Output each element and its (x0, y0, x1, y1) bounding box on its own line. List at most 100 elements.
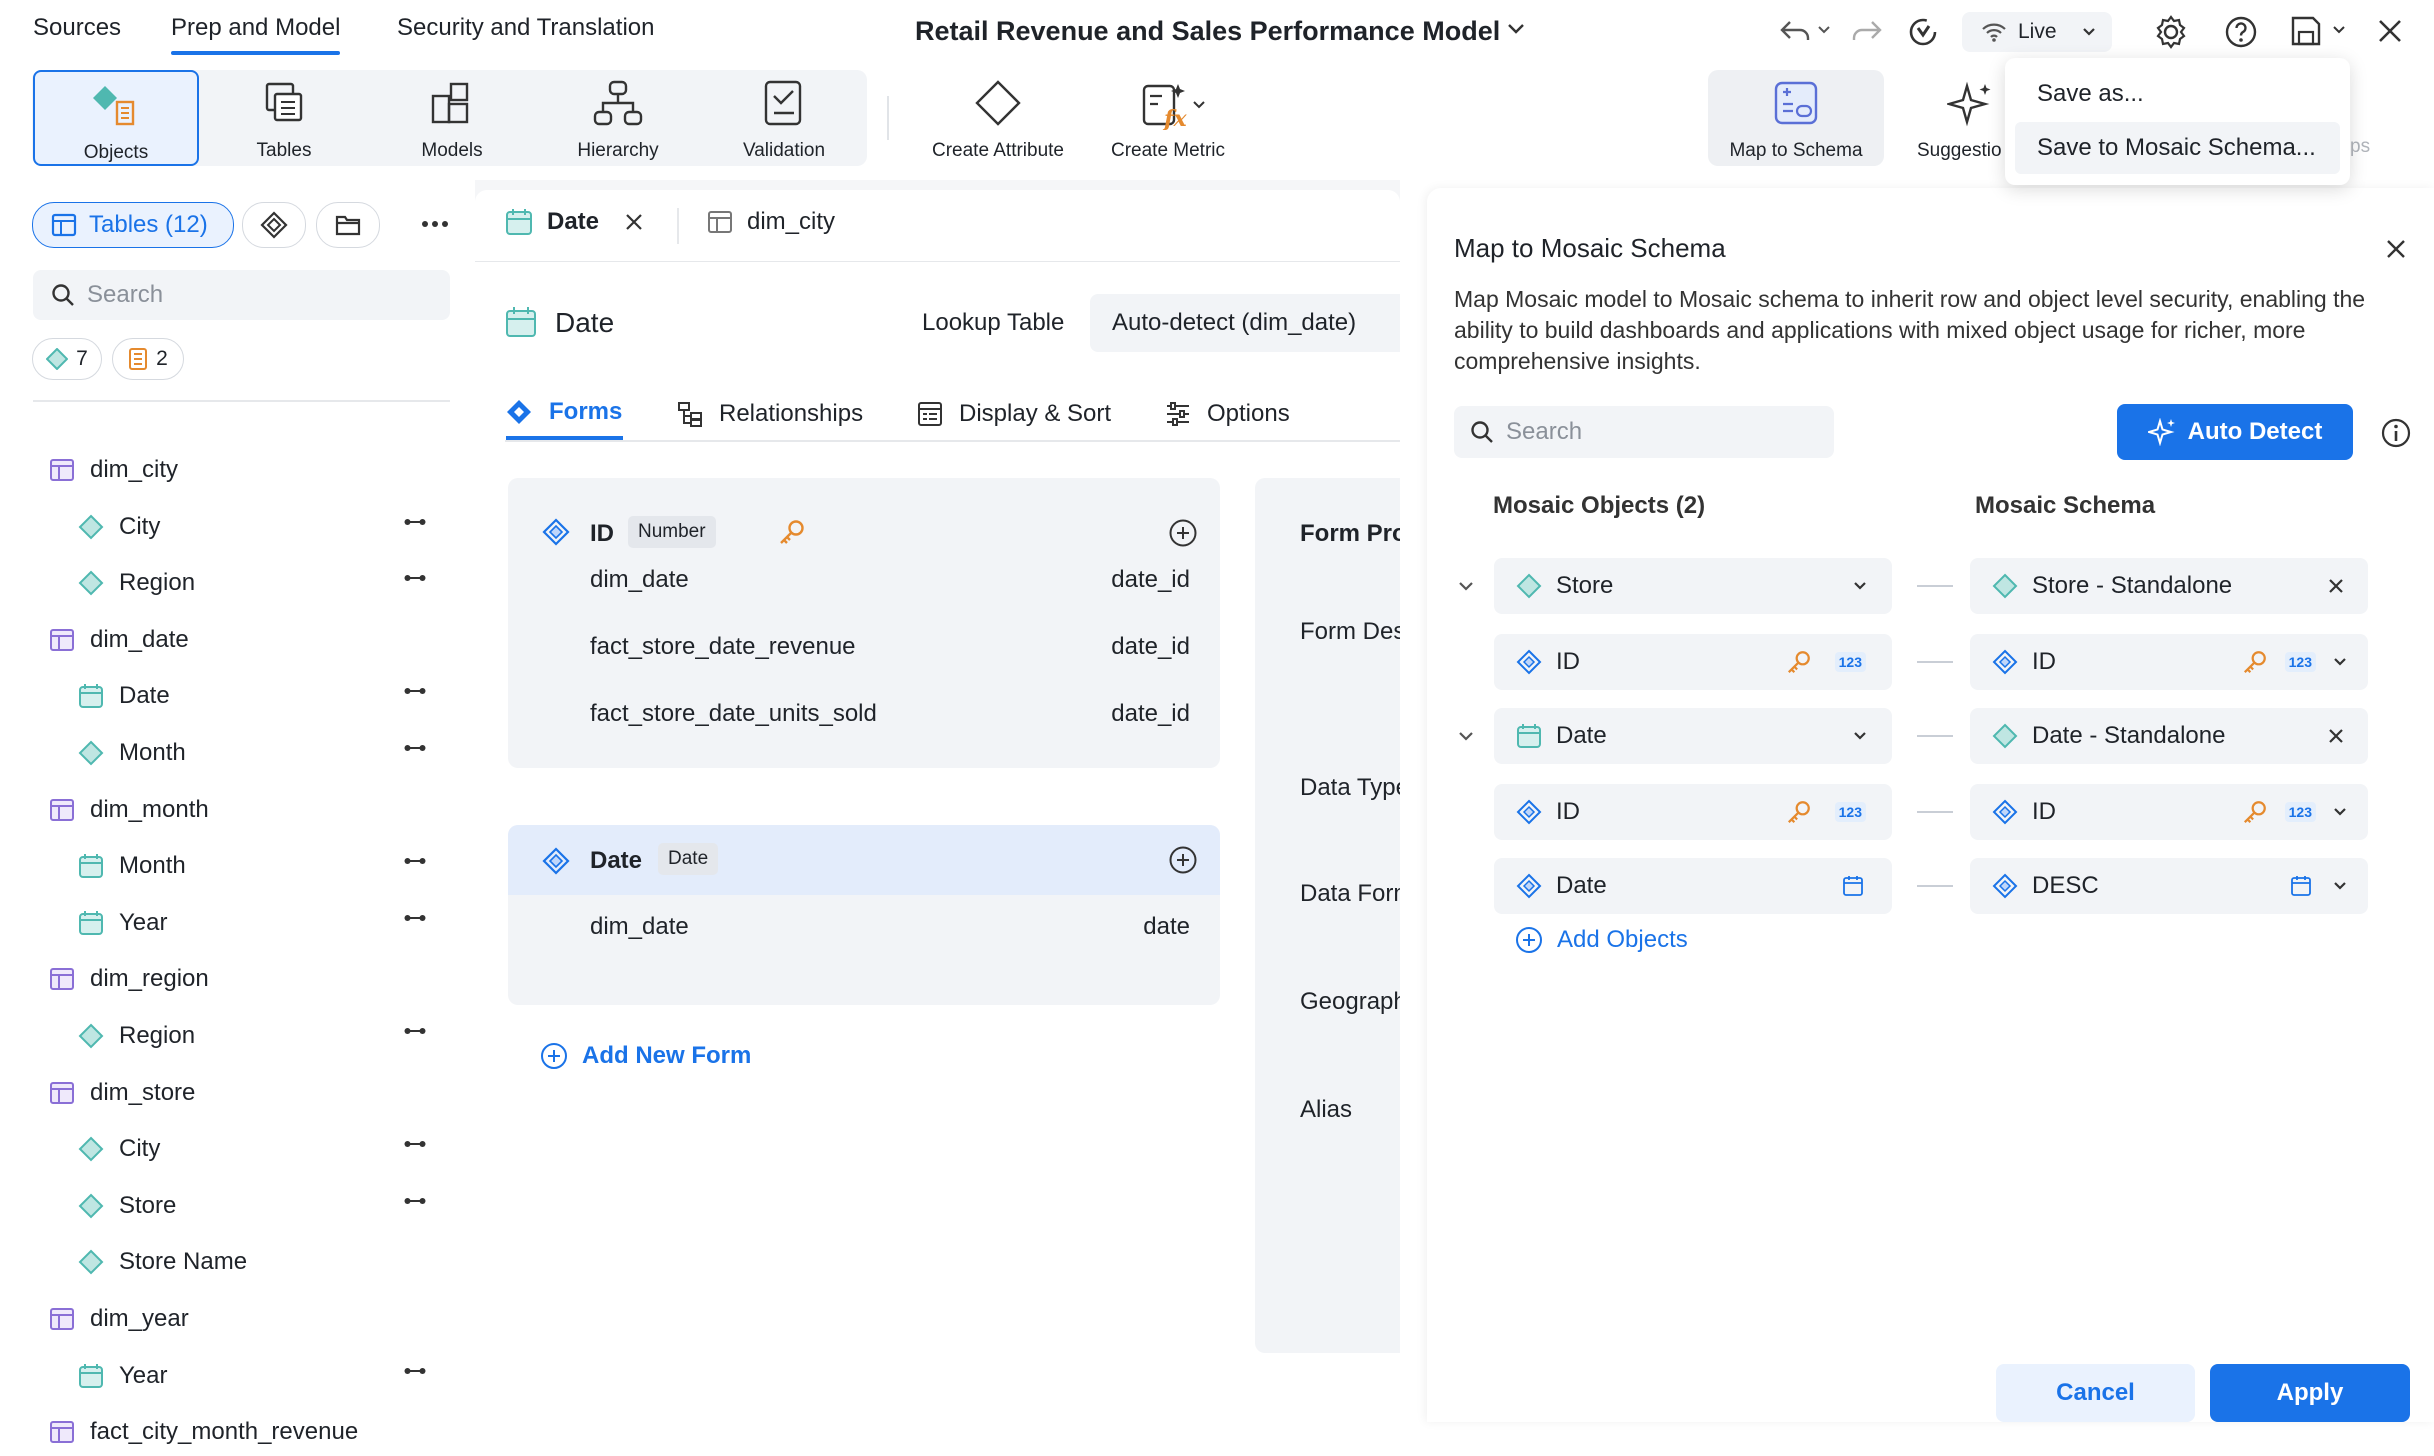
mosaic-form-item[interactable]: ID 123 (1494, 784, 1892, 840)
tree-object-item[interactable]: City (77, 1125, 450, 1173)
gear-icon[interactable] (2153, 14, 2189, 50)
link-icon[interactable] (404, 573, 426, 583)
collapse-toggle-icon[interactable] (1457, 730, 1475, 742)
close-tab-icon[interactable] (625, 213, 643, 231)
mosaic-form-item[interactable]: Date (1494, 858, 1892, 914)
tab-dim-city[interactable]: dim_city (707, 208, 835, 236)
subtab-display-sort[interactable]: Display & Sort (917, 400, 1111, 428)
undo-icon[interactable] (1778, 16, 1812, 46)
folder-filter-pill[interactable] (316, 202, 380, 248)
add-circle-icon[interactable] (1168, 518, 1198, 548)
tree-object-item[interactable]: Store (77, 1182, 450, 1230)
remove-icon[interactable] (2328, 578, 2344, 594)
add-objects-button[interactable]: Add Objects (1515, 926, 1688, 954)
left-search-box[interactable] (33, 270, 450, 320)
subtab-relationships[interactable]: Relationships (677, 400, 863, 428)
schema-form-select[interactable]: ID 123 (1970, 784, 2368, 840)
form-card-id[interactable]: ID Number dim_date date_id fact_store_date… (508, 478, 1220, 768)
tree-table-item[interactable]: dim_city (48, 446, 450, 494)
tree-object-item[interactable]: Region (77, 559, 450, 607)
remove-icon[interactable] (2328, 728, 2344, 744)
link-icon[interactable] (404, 1366, 426, 1376)
dialog-search-box[interactable] (1454, 406, 1834, 458)
tables-button[interactable]: Tables (201, 70, 367, 166)
link-icon[interactable] (404, 856, 426, 866)
sync-icon[interactable] (1905, 14, 1941, 50)
link-icon[interactable] (404, 1026, 426, 1036)
chevron-down-icon[interactable] (2332, 656, 2348, 668)
models-button[interactable]: Models (369, 70, 535, 166)
object-title[interactable]: Date (555, 307, 614, 339)
tree-object-item[interactable]: Month (77, 729, 450, 777)
schema-object-mapping[interactable]: Store - Standalone (1970, 558, 2368, 614)
subtab-options[interactable]: Options (1165, 400, 1290, 428)
create-metric-button[interactable]: fx Create Metric (1095, 70, 1241, 166)
tree-table-item[interactable]: dim_date (48, 616, 450, 664)
form-card-date[interactable]: Date Date dim_date date (508, 825, 1220, 1005)
tree-table-item[interactable]: fact_city_month_revenue (48, 1408, 450, 1456)
chevron-down-icon[interactable] (1506, 22, 1526, 36)
auto-detect-button[interactable]: Auto Detect (2117, 404, 2353, 460)
link-icon[interactable] (404, 1139, 426, 1149)
subtab-forms[interactable]: Forms (505, 398, 622, 426)
tree-table-item[interactable]: dim_year (48, 1295, 450, 1343)
link-icon[interactable] (404, 743, 426, 753)
dialog-search-input[interactable] (1506, 418, 1834, 446)
tree-object-item[interactable]: Date (77, 672, 450, 720)
mosaic-object-select[interactable]: Store (1494, 558, 1892, 614)
tree-object-item[interactable]: Month (77, 842, 450, 890)
tree-object-item[interactable]: Region (77, 1012, 450, 1060)
schema-form-select[interactable]: ID 123 (1970, 634, 2368, 690)
close-window-icon[interactable] (2375, 16, 2405, 46)
hierarchy-button[interactable]: Hierarchy (535, 70, 701, 166)
mosaic-form-item[interactable]: ID 123 (1494, 634, 1892, 690)
validation-button[interactable]: Validation (701, 70, 867, 166)
info-icon[interactable] (2380, 417, 2412, 449)
tables-filter-pill[interactable]: Tables (12) (32, 202, 234, 248)
schema-form-select[interactable]: DESC (1970, 858, 2368, 914)
tree-table-item[interactable]: dim_store (48, 1069, 450, 1117)
link-icon[interactable] (404, 686, 426, 696)
tree-object-item[interactable]: Year (77, 899, 450, 947)
add-circle-icon[interactable] (1168, 845, 1198, 875)
map-to-schema-button[interactable]: Map to Schema (1708, 70, 1884, 166)
tree-table-item[interactable]: dim_region (48, 955, 450, 1003)
save-to-mosaic-schema-item[interactable]: Save to Mosaic Schema... (2015, 122, 2340, 174)
document-title[interactable]: Retail Revenue and Sales Performance Mod… (915, 16, 1500, 47)
suggestions-button[interactable]: Suggestio (1905, 70, 2005, 166)
cancel-button[interactable]: Cancel (1996, 1364, 2195, 1422)
chevron-down-icon[interactable] (2332, 880, 2348, 892)
metric-count-chip[interactable]: 2 (112, 338, 184, 380)
save-icon[interactable] (2289, 14, 2323, 48)
collapse-toggle-icon[interactable] (1457, 580, 1475, 592)
tree-object-item[interactable]: City (77, 503, 450, 551)
schema-object-mapping[interactable]: Date - Standalone (1970, 708, 2368, 764)
close-icon[interactable] (2385, 238, 2407, 260)
tab-prep-and-model[interactable]: Prep and Model (171, 14, 341, 55)
create-attribute-button[interactable]: Create Attribute (912, 70, 1084, 166)
tree-object-item[interactable]: Store Name (77, 1238, 450, 1286)
link-icon[interactable] (404, 517, 426, 527)
chevron-down-icon[interactable] (2332, 806, 2348, 818)
attribute-count-chip[interactable]: 7 (32, 338, 102, 380)
save-dropdown-icon[interactable] (2331, 24, 2347, 36)
link-icon[interactable] (404, 913, 426, 923)
apply-button[interactable]: Apply (2210, 1364, 2410, 1422)
link-icon[interactable] (404, 1196, 426, 1206)
help-icon[interactable] (2223, 14, 2259, 50)
tab-date[interactable]: Date (505, 208, 643, 236)
redo-icon[interactable] (1850, 16, 1884, 46)
tree-table-item[interactable]: dim_month (48, 786, 450, 834)
lookup-table-select[interactable]: Auto-detect (dim_date) (1090, 294, 1400, 352)
mosaic-object-select[interactable]: Date (1494, 708, 1892, 764)
tab-sources[interactable]: Sources (33, 14, 121, 42)
more-options-icon[interactable] (421, 220, 449, 228)
objects-filter-pill[interactable] (242, 202, 306, 248)
objects-button[interactable]: Objects (33, 70, 199, 166)
save-as-item[interactable]: Save as... (2015, 68, 2340, 120)
tree-object-item[interactable]: Year (77, 1352, 450, 1400)
undo-dropdown-icon[interactable] (1816, 24, 1832, 36)
live-mode-selector[interactable]: Live (1962, 12, 2112, 52)
left-search-input[interactable] (87, 281, 450, 309)
tab-security-and-translation[interactable]: Security and Translation (397, 14, 654, 42)
